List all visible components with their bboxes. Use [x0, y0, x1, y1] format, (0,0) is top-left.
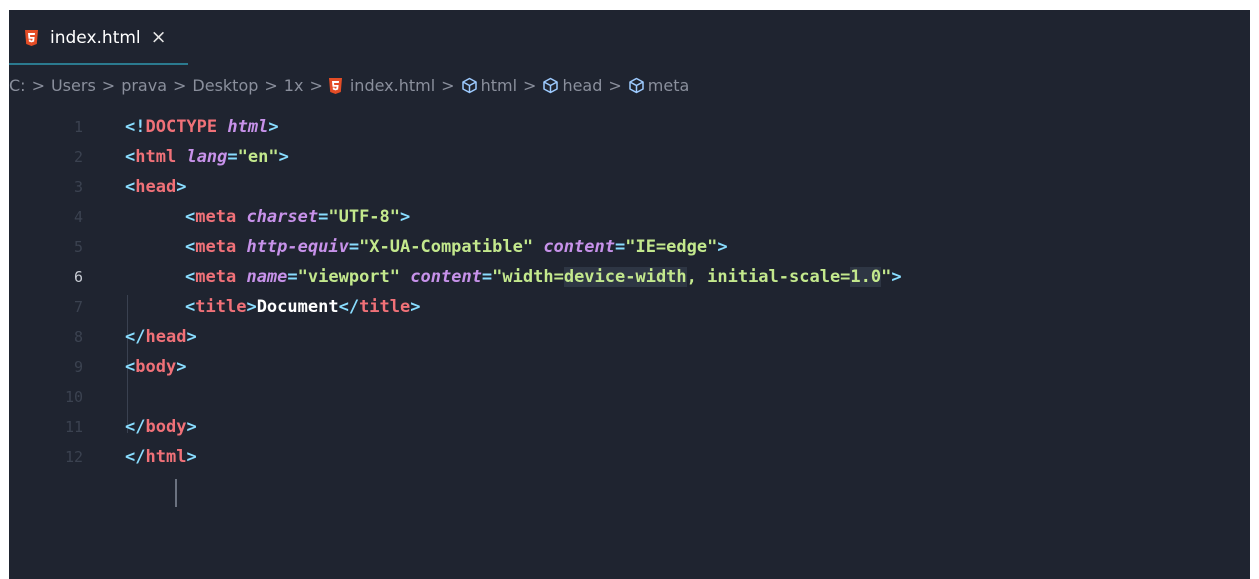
line-number: 5: [73, 238, 83, 256]
line-number: 8: [73, 328, 83, 346]
code-line[interactable]: 12 </html>: [9, 443, 1250, 471]
close-icon[interactable]: ×: [151, 28, 167, 47]
chevron-right-icon: >: [173, 75, 187, 95]
breadcrumb-item-meta[interactable]: meta: [628, 75, 690, 95]
breadcrumb-item-users[interactable]: Users: [51, 76, 96, 95]
code-text: <meta charset="UTF-8">: [185, 207, 411, 227]
breadcrumb-item-drive[interactable]: C:: [9, 76, 26, 95]
breadcrumb-item-html[interactable]: html: [461, 76, 517, 95]
code-line[interactable]: 10: [9, 383, 1250, 411]
code-line[interactable]: 9 <body>: [9, 353, 1250, 381]
code-line[interactable]: 5 <meta http-equiv="X-UA-Compatible" con…: [9, 233, 1250, 261]
code-text: <title>Document</title>: [185, 297, 421, 317]
code-text: <head>: [125, 177, 187, 197]
chevron-right-icon: >: [441, 75, 455, 95]
breadcrumb-item-head[interactable]: head: [542, 76, 602, 95]
line-number: 9: [73, 358, 83, 376]
chevron-right-icon: >: [31, 75, 45, 95]
code-line-active[interactable]: 6 <meta name="viewport" content="width=d…: [9, 263, 1250, 291]
line-number: 11: [64, 418, 83, 436]
code-line[interactable]: 8 </head>: [9, 323, 1250, 351]
code-line[interactable]: 1 <!DOCTYPE html>: [9, 113, 1250, 141]
breadcrumb-item-1x[interactable]: 1x: [284, 76, 304, 95]
breadcrumb: C: > Users > prava > Desktop > 1x > inde…: [9, 73, 689, 97]
line-number: 10: [64, 388, 83, 406]
html5-icon: [25, 29, 38, 46]
chevron-right-icon: >: [608, 75, 622, 95]
line-number: 3: [73, 178, 83, 196]
code-line[interactable]: 3 <head>: [9, 173, 1250, 201]
code-line[interactable]: 7 <title>Document</title>: [9, 293, 1250, 321]
cube-icon: [543, 77, 559, 93]
breadcrumb-head-label: head: [562, 75, 603, 95]
tab-index-html[interactable]: index.html ×: [9, 10, 188, 65]
code-text: <meta name="viewport" content="width=dev…: [185, 267, 902, 287]
line-number: 1: [73, 118, 83, 136]
tab-bar: index.html ×: [9, 10, 1250, 65]
code-line[interactable]: 11 </body>: [9, 413, 1250, 441]
chevron-right-icon: >: [101, 75, 116, 95]
code-line[interactable]: 4 <meta charset="UTF-8">: [9, 203, 1250, 231]
breadcrumb-meta-label: meta: [647, 75, 690, 95]
tab-title: index.html: [50, 27, 141, 48]
line-number: 7: [73, 298, 83, 316]
chevron-right-icon: >: [264, 75, 278, 95]
breadcrumb-item-file[interactable]: index.html: [328, 75, 436, 95]
breadcrumb-item-prava[interactable]: prava: [121, 76, 167, 95]
text-cursor: [175, 479, 177, 507]
cube-icon: [461, 77, 477, 93]
code-text: </head>: [125, 327, 197, 347]
html5-icon: [328, 78, 342, 94]
breadcrumb-item-desktop[interactable]: Desktop: [192, 76, 258, 95]
code-line[interactable]: 2 <html lang="en">: [9, 143, 1250, 171]
editor-window: index.html × C: > Users > prava > Deskto…: [9, 10, 1250, 579]
breadcrumb-file-label: index.html: [349, 75, 436, 95]
code-editor[interactable]: 1 <!DOCTYPE html> 2 <html lang="en"> 3 <…: [9, 106, 1250, 566]
chevron-right-icon: >: [309, 75, 323, 95]
line-number: 12: [64, 448, 83, 466]
code-text: <!DOCTYPE html>: [125, 117, 279, 137]
chevron-right-icon: >: [523, 75, 537, 95]
code-text: <body>: [125, 357, 187, 377]
code-text: <meta http-equiv="X-UA-Compatible" conte…: [185, 237, 728, 257]
code-text: <html lang="en">: [125, 147, 289, 167]
line-number: 4: [73, 208, 83, 226]
line-number: 6: [73, 268, 83, 286]
line-number: 2: [73, 148, 83, 166]
code-text: </body>: [125, 417, 197, 437]
breadcrumb-html-label: html: [480, 75, 518, 95]
cube-icon: [629, 77, 644, 93]
code-text: </html>: [125, 447, 197, 467]
